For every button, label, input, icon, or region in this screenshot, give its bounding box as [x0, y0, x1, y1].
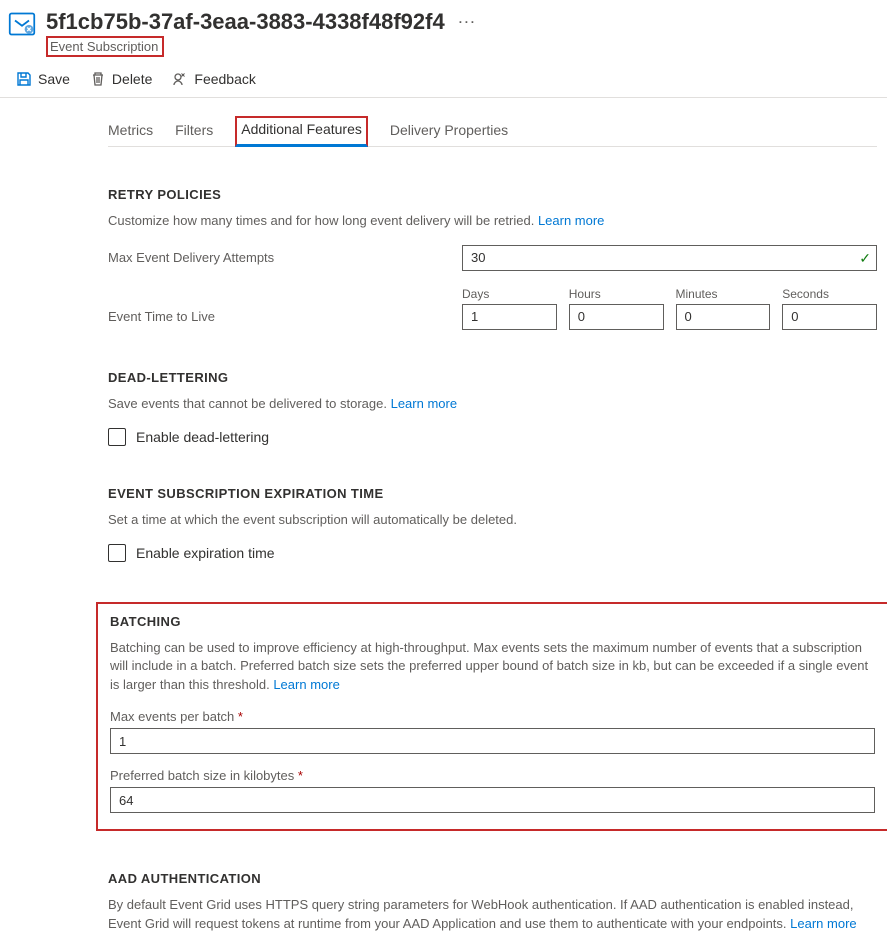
checkmark-icon: ✓	[859, 250, 871, 267]
ttl-hours-label: Hours	[569, 287, 664, 301]
ttl-days-input[interactable]	[462, 304, 557, 330]
preferred-batch-size-label: Preferred batch size in kilobytes	[110, 768, 294, 783]
batching-description: Batching can be used to improve efficien…	[110, 639, 875, 696]
ttl-label: Event Time to Live	[108, 309, 462, 330]
page-title: 5f1cb75b-37af-3eaa-3883-4338f48f92f4	[46, 8, 445, 36]
batching-learn-more-link[interactable]: Learn more	[273, 677, 339, 692]
resource-type-label: Event Subscription	[46, 36, 164, 57]
ttl-minutes-input[interactable]	[676, 304, 771, 330]
enable-dead-lettering-checkbox[interactable]	[108, 428, 126, 446]
preferred-batch-size-input[interactable]	[110, 787, 875, 813]
enable-expiration-label: Enable expiration time	[136, 545, 275, 561]
tab-filters[interactable]: Filters	[175, 116, 213, 146]
aad-section: AAD AUTHENTICATION By default Event Grid…	[108, 871, 877, 934]
dead-heading: DEAD-LETTERING	[108, 370, 877, 385]
max-attempts-input[interactable]	[462, 245, 877, 271]
save-button-label: Save	[38, 71, 70, 87]
expiration-description: Set a time at which the event subscripti…	[108, 511, 877, 530]
more-menu-button[interactable]: ···	[459, 8, 477, 36]
max-attempts-label: Max Event Delivery Attempts	[108, 250, 462, 265]
dead-learn-more-link[interactable]: Learn more	[391, 396, 457, 411]
retry-policies-section: RETRY POLICIES Customize how many times …	[108, 187, 877, 330]
aad-learn-more-link[interactable]: Learn more	[790, 916, 856, 931]
ttl-minutes-label: Minutes	[676, 287, 771, 301]
batching-heading: BATCHING	[110, 614, 875, 629]
tab-delivery-properties[interactable]: Delivery Properties	[390, 116, 508, 146]
dead-lettering-section: DEAD-LETTERING Save events that cannot b…	[108, 370, 877, 446]
ttl-seconds-input[interactable]	[782, 304, 877, 330]
aad-heading: AAD AUTHENTICATION	[108, 871, 877, 886]
event-subscription-icon	[8, 10, 36, 38]
max-events-input[interactable]	[110, 728, 875, 754]
delete-icon	[90, 71, 106, 87]
ttl-seconds-label: Seconds	[782, 287, 877, 301]
command-bar: Save Delete Feedback	[0, 61, 887, 98]
expiration-section: EVENT SUBSCRIPTION EXPIRATION TIME Set a…	[108, 486, 877, 562]
tab-additional-features[interactable]: Additional Features	[235, 116, 368, 147]
required-indicator: *	[298, 768, 303, 783]
retry-description: Customize how many times and for how lon…	[108, 212, 877, 231]
retry-heading: RETRY POLICIES	[108, 187, 877, 202]
tab-metrics[interactable]: Metrics	[108, 116, 153, 146]
enable-dead-lettering-label: Enable dead-lettering	[136, 429, 269, 445]
tab-bar: Metrics Filters Additional Features Deli…	[108, 116, 877, 147]
enable-expiration-checkbox[interactable]	[108, 544, 126, 562]
expiration-heading: EVENT SUBSCRIPTION EXPIRATION TIME	[108, 486, 877, 501]
max-events-label: Max events per batch	[110, 709, 234, 724]
dead-description: Save events that cannot be delivered to …	[108, 395, 877, 414]
ttl-hours-input[interactable]	[569, 304, 664, 330]
aad-description: By default Event Grid uses HTTPS query s…	[108, 896, 877, 934]
retry-learn-more-link[interactable]: Learn more	[538, 213, 604, 228]
save-button[interactable]: Save	[16, 71, 70, 87]
required-indicator: *	[238, 709, 243, 724]
feedback-button[interactable]: Feedback	[172, 71, 255, 87]
feedback-button-label: Feedback	[194, 71, 255, 87]
batching-section: BATCHING Batching can be used to improve…	[96, 602, 887, 832]
ttl-days-label: Days	[462, 287, 557, 301]
feedback-icon	[172, 71, 188, 87]
delete-button[interactable]: Delete	[90, 71, 152, 87]
delete-button-label: Delete	[112, 71, 152, 87]
save-icon	[16, 71, 32, 87]
